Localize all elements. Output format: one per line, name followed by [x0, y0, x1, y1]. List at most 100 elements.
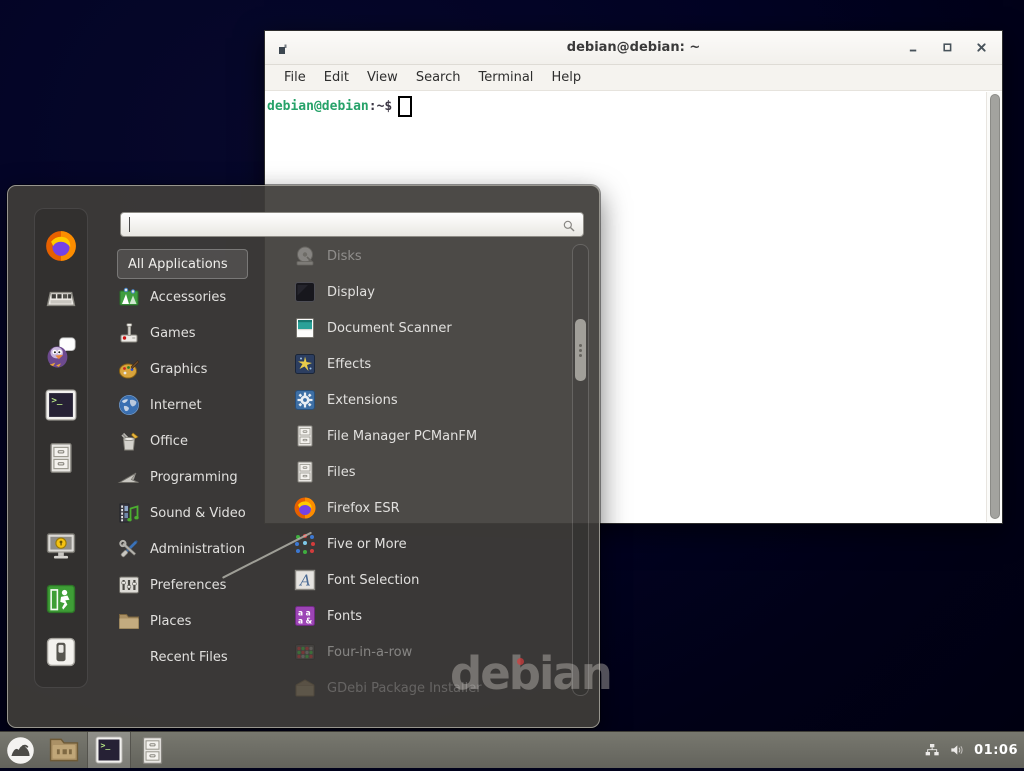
application-four-in-a-row[interactable]: Four-in-a-row — [293, 634, 565, 670]
menubutton-icon — [6, 736, 35, 765]
menu-scrollbar[interactable] — [572, 244, 589, 696]
application-display[interactable]: Display — [293, 274, 565, 310]
session-group — [44, 529, 78, 669]
application-label: GDebi Package Installer — [327, 681, 482, 696]
application-label: Disks — [327, 249, 362, 264]
prompt-line: debian@debian:~$ — [265, 91, 1002, 117]
favorite-file-manager[interactable] — [44, 441, 78, 475]
window-controls — [908, 31, 987, 64]
search-icon — [562, 218, 576, 232]
search-box[interactable] — [120, 212, 584, 237]
session-button-shut-down[interactable] — [44, 635, 78, 669]
terminal-scrollbar-thumb[interactable] — [990, 94, 1000, 519]
favorite-firefox[interactable] — [44, 229, 78, 263]
terminal-menu-item-file[interactable]: File — [275, 70, 315, 85]
folder-icon — [47, 733, 81, 767]
terminal-titlebar[interactable]: debian@debian: ~ — [265, 31, 1002, 65]
application-document-scanner[interactable]: Document Scanner — [293, 310, 565, 346]
terminal-menu-item-view[interactable]: View — [358, 70, 407, 85]
category-recent-files[interactable]: Recent Files — [117, 639, 277, 675]
fontsel-icon — [293, 568, 317, 592]
fonts-icon — [293, 604, 317, 628]
shutdown-icon — [44, 635, 78, 669]
category-sound-video[interactable]: Sound & Video — [117, 495, 277, 531]
category-label: Internet — [150, 398, 202, 413]
session-button-log-out[interactable] — [44, 582, 78, 616]
category-programming[interactable]: Programming — [117, 459, 277, 495]
effects-icon — [293, 352, 317, 376]
window-menu-icon[interactable] — [278, 41, 288, 54]
category-label: Places — [150, 614, 191, 629]
application-menu: debian All Applications Accessories Game… — [7, 185, 600, 728]
terminal-menu-item-help[interactable]: Help — [542, 70, 590, 85]
close-button[interactable] — [976, 42, 987, 53]
application-label: Fonts — [327, 609, 362, 624]
category-office[interactable]: Office — [117, 423, 277, 459]
scrollbar-grip-icon — [579, 349, 582, 352]
application-files[interactable]: Files — [293, 454, 565, 490]
volume-icon — [949, 742, 965, 758]
application-file-manager-pcmanfm[interactable]: File Manager PCManFM — [293, 418, 565, 454]
fourinarow-icon — [293, 640, 317, 664]
category-label: Sound & Video — [150, 506, 246, 521]
programming-icon — [117, 465, 141, 489]
application-label: File Manager PCManFM — [327, 429, 477, 444]
category-accessories[interactable]: Accessories — [117, 279, 277, 315]
application-effects[interactable]: Effects — [293, 346, 565, 382]
favorite-software[interactable] — [44, 282, 78, 316]
clock[interactable]: 01:06 — [974, 743, 1018, 758]
category-label: Accessories — [150, 290, 226, 305]
category-label: Administration — [150, 542, 245, 557]
minimize-button[interactable] — [908, 42, 919, 53]
taskbar-launcher-file-manager[interactable] — [41, 732, 87, 768]
taskbar-launcher-terminal[interactable] — [87, 732, 131, 768]
category-games[interactable]: Games — [117, 315, 277, 351]
application-label: Font Selection — [327, 573, 419, 588]
terminal-menu-item-search[interactable]: Search — [407, 70, 470, 85]
taskbar-launchers — [0, 732, 174, 768]
application-firefox-esr[interactable]: Firefox ESR — [293, 490, 565, 526]
application-label: Files — [327, 465, 356, 480]
terminal-scrollbar[interactable] — [986, 92, 1002, 522]
menu-scrollbar-thumb[interactable] — [575, 319, 586, 381]
prompt-path-symbol: :~$ — [369, 99, 392, 114]
desktop: debian@debian: ~ FileEditViewSearchTermi… — [0, 0, 1024, 768]
games-icon — [117, 321, 141, 345]
taskbar-launcher-files[interactable] — [131, 732, 174, 768]
taskbar-launcher-menu[interactable] — [0, 732, 41, 768]
scanner-icon — [293, 316, 317, 340]
keyboard-icon — [44, 282, 78, 316]
filecab-icon — [44, 441, 78, 475]
category-preferences[interactable]: Preferences — [117, 567, 277, 603]
favorite-pidgin[interactable] — [44, 335, 78, 369]
terminal-menu-item-edit[interactable]: Edit — [315, 70, 358, 85]
application-disks[interactable]: Disks — [293, 238, 565, 274]
tray-icon-network[interactable] — [924, 742, 940, 758]
application-fonts[interactable]: Fonts — [293, 598, 565, 634]
category-label: Recent Files — [150, 650, 228, 665]
lockscreen-icon — [44, 529, 78, 563]
application-five-or-more[interactable]: Five or More — [293, 526, 565, 562]
application-gdebi-package-installer[interactable]: GDebi Package Installer — [293, 670, 565, 706]
places-icon — [117, 609, 141, 633]
session-button-lock-screen[interactable] — [44, 529, 78, 563]
application-label: Document Scanner — [327, 321, 452, 336]
terminal-menubar: FileEditViewSearchTerminalHelp — [265, 65, 1002, 91]
favorite-terminal[interactable] — [44, 388, 78, 422]
favorites-panel — [34, 208, 88, 688]
filecab-icon — [293, 424, 317, 448]
tray-icon-volume[interactable] — [949, 742, 965, 758]
maximize-button[interactable] — [942, 42, 953, 53]
application-font-selection[interactable]: Font Selection — [293, 562, 565, 598]
application-extensions[interactable]: Extensions — [293, 382, 565, 418]
internet-icon — [117, 393, 141, 417]
category-graphics[interactable]: Graphics — [117, 351, 277, 387]
all-applications-button[interactable]: All Applications — [117, 249, 248, 279]
category-label: Office — [150, 434, 188, 449]
category-label: Games — [150, 326, 195, 341]
filecab-icon — [293, 460, 317, 484]
terminal-menu-item-terminal[interactable]: Terminal — [469, 70, 542, 85]
category-internet[interactable]: Internet — [117, 387, 277, 423]
tray-icons — [924, 742, 965, 758]
category-places[interactable]: Places — [117, 603, 277, 639]
